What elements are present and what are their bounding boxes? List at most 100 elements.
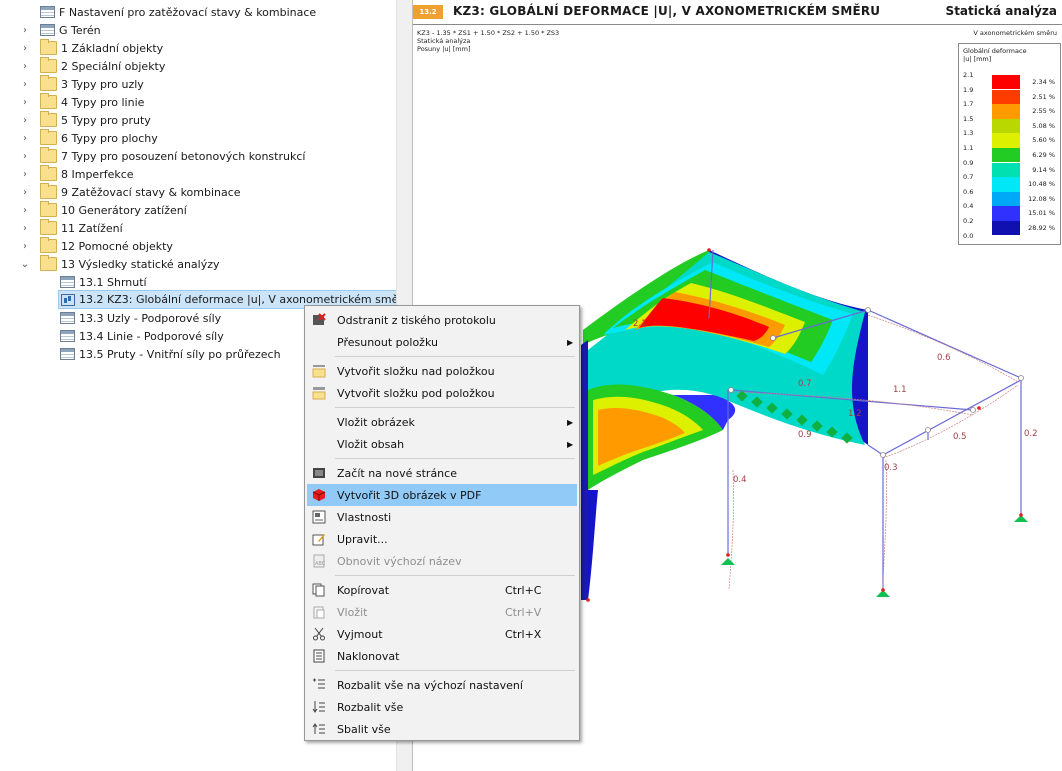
- menu-item-label: Sbalit vše: [337, 722, 391, 736]
- tree-item-label: 13.4 Linie - Podporové síly: [79, 329, 224, 343]
- menu-item-reset-default-name[interactable]: ABC Obnovit výchozí název: [307, 550, 577, 572]
- tree-item-13-5[interactable]: 13.5 Pruty - Vnitřní síly po průřezech: [60, 345, 281, 363]
- menu-separator: [335, 407, 575, 408]
- menu-separator: [335, 356, 575, 357]
- tree-item-3[interactable]: › 3 Typy pro uzly: [20, 75, 144, 93]
- tree-item-13-1[interactable]: 13.1 Shrnutí: [60, 273, 147, 291]
- tree-item-f-load-case-settings[interactable]: F Nastavení pro zatěžovací stavy & kombi…: [40, 3, 316, 21]
- chevron-right-icon[interactable]: ›: [20, 75, 30, 93]
- collapse-all-icon: [312, 723, 325, 734]
- legend-swatch: [992, 162, 1020, 177]
- menu-separator: [335, 458, 575, 459]
- menu-item-collapse-all[interactable]: Sbalit vše: [307, 718, 577, 740]
- folder-icon: [40, 219, 57, 235]
- tree-item-label: 8 Imperfekce: [61, 167, 134, 181]
- tree-item-9[interactable]: › 9 Zatěžovací stavy & kombinace: [20, 183, 241, 201]
- tree-item-label: 6 Typy pro plochy: [61, 131, 158, 145]
- tree-item-label: 5 Typy pro pruty: [61, 113, 151, 127]
- legend-value: 0.9: [963, 158, 974, 167]
- menu-item-properties[interactable]: Vlastnosti: [307, 506, 577, 528]
- menu-item-start-new-page[interactable]: Začít na nové stránce: [307, 462, 577, 484]
- menu-item-remove-from-report[interactable]: Odstranit z tiského protokolu: [307, 309, 577, 331]
- legend-percent: 15.01 %: [1028, 209, 1055, 218]
- expand-all-icon: [312, 701, 325, 713]
- tree-item-6[interactable]: › 6 Typy pro plochy: [20, 129, 158, 147]
- tree-item-13-4[interactable]: 13.4 Linie - Podporové síly: [60, 327, 224, 345]
- reset-name-icon: ABC: [313, 554, 326, 568]
- legend-percent: 28.92 %: [1028, 224, 1055, 232]
- chevron-right-icon[interactable]: ›: [20, 57, 30, 75]
- menu-item-label: Začít na nové stránce: [337, 466, 457, 480]
- tree-item-12[interactable]: › 12 Pomocné objekty: [20, 237, 173, 255]
- menu-item-insert-image[interactable]: Vložit obrázek ▶: [307, 411, 577, 433]
- tree-item-8[interactable]: › 8 Imperfekce: [20, 165, 134, 183]
- chevron-right-icon[interactable]: ›: [20, 111, 30, 129]
- menu-item-create-folder-below[interactable]: Vytvořit složku pod položkou: [307, 382, 577, 404]
- chevron-right-icon[interactable]: ›: [20, 21, 30, 39]
- menu-item-label: Naklonovat: [337, 649, 400, 663]
- tree-item-10[interactable]: › 10 Generátory zatížení: [20, 201, 187, 219]
- menu-item-label: Vytvořit 3D obrázek v PDF: [337, 488, 482, 502]
- legend-value: 0.0: [963, 231, 974, 240]
- menu-item-paste[interactable]: Vložit Ctrl+V: [307, 601, 577, 623]
- chevron-right-icon[interactable]: ›: [20, 165, 30, 183]
- menu-item-copy[interactable]: Kopírovat Ctrl+C: [307, 579, 577, 601]
- tree-item-label: 7 Typy pro posouzení betonových konstruk…: [61, 149, 306, 163]
- folder-icon: [40, 165, 57, 181]
- menu-item-expand-all[interactable]: Rozbalit vše: [307, 696, 577, 718]
- tree-item-4[interactable]: › 4 Typy pro linie: [20, 93, 144, 111]
- submenu-arrow-icon: ▶: [567, 337, 574, 347]
- tree-item-13-3[interactable]: 13.3 Uzly - Podporové síly: [60, 309, 221, 327]
- legend-percent: 2.34 %: [1032, 78, 1055, 86]
- edit-icon: [312, 534, 325, 546]
- menu-item-expand-default[interactable]: Rozbalit vše na výchozí nastavení: [307, 674, 577, 696]
- menu-item-insert-content[interactable]: Vložit obsah ▶: [307, 433, 577, 455]
- clone-icon: [313, 649, 325, 663]
- result-label: 1.2: [848, 409, 862, 419]
- folder-icon: [40, 57, 57, 73]
- tree-item-2[interactable]: › 2 Speciální objekty: [20, 57, 165, 75]
- chevron-right-icon[interactable]: ›: [20, 147, 30, 165]
- legend-swatch: [992, 148, 1020, 163]
- menu-item-edit[interactable]: Upravit...: [307, 528, 577, 550]
- tree-item-label: 9 Zatěžovací stavy & kombinace: [61, 185, 241, 199]
- tree-item-label: 13.1 Shrnutí: [79, 275, 147, 289]
- chevron-right-icon[interactable]: ›: [20, 39, 30, 57]
- menu-item-move-item[interactable]: Přesunout položku ▶: [307, 331, 577, 353]
- menu-item-create-3d-pdf[interactable]: Vytvořit 3D obrázek v PDF: [307, 484, 577, 506]
- folder-icon: [40, 111, 57, 127]
- legend-value: 0.4: [963, 202, 974, 211]
- legend-swatch: [992, 89, 1020, 104]
- menu-item-label: Rozbalit vše: [337, 700, 404, 714]
- menu-item-clone[interactable]: Naklonovat: [307, 645, 577, 667]
- tree-item-label: 13.5 Pruty - Vnitřní síly po průřezech: [79, 347, 281, 361]
- tree-item-7[interactable]: › 7 Typy pro posouzení betonových konstr…: [20, 147, 305, 165]
- shortcut-label: Ctrl+V: [505, 605, 542, 619]
- tree-item-g-terrain[interactable]: › G Terén: [20, 21, 101, 39]
- paste-icon: [313, 606, 325, 619]
- legend-percent: 5.08 %: [1032, 121, 1055, 130]
- expand-default-icon: [313, 678, 325, 689]
- tree-item-1[interactable]: › 1 Základní objekty: [20, 39, 163, 57]
- chevron-right-icon[interactable]: ›: [20, 201, 30, 219]
- menu-item-label: Odstranit z tiského protokolu: [337, 313, 496, 327]
- svg-text:ABC: ABC: [315, 561, 326, 567]
- chevron-right-icon[interactable]: ›: [20, 237, 30, 255]
- chevron-down-icon[interactable]: ⌄: [20, 255, 30, 273]
- folder-icon: [40, 237, 57, 253]
- folder-below-icon: [312, 387, 326, 400]
- tree-item-label: 2 Speciální objekty: [61, 59, 166, 73]
- result-label: 0.7: [798, 379, 812, 389]
- chevron-right-icon[interactable]: ›: [20, 93, 30, 111]
- menu-separator: [335, 670, 575, 671]
- tree-item-13[interactable]: ⌄ 13 Výsledky statické analýzy: [20, 255, 220, 273]
- chevron-right-icon[interactable]: ›: [20, 129, 30, 147]
- menu-item-create-folder-above[interactable]: Vytvořit složku nad položkou: [307, 360, 577, 382]
- menu-item-cut[interactable]: Vyjmout Ctrl+X: [307, 623, 577, 645]
- chevron-right-icon[interactable]: ›: [20, 219, 30, 237]
- legend-percent: 2.51 %: [1032, 92, 1055, 101]
- tree-item-11[interactable]: › 11 Zatížení: [20, 219, 123, 237]
- chevron-right-icon[interactable]: ›: [20, 183, 30, 201]
- tree-item-5[interactable]: › 5 Typy pro pruty: [20, 111, 151, 129]
- folder-icon: [40, 201, 57, 217]
